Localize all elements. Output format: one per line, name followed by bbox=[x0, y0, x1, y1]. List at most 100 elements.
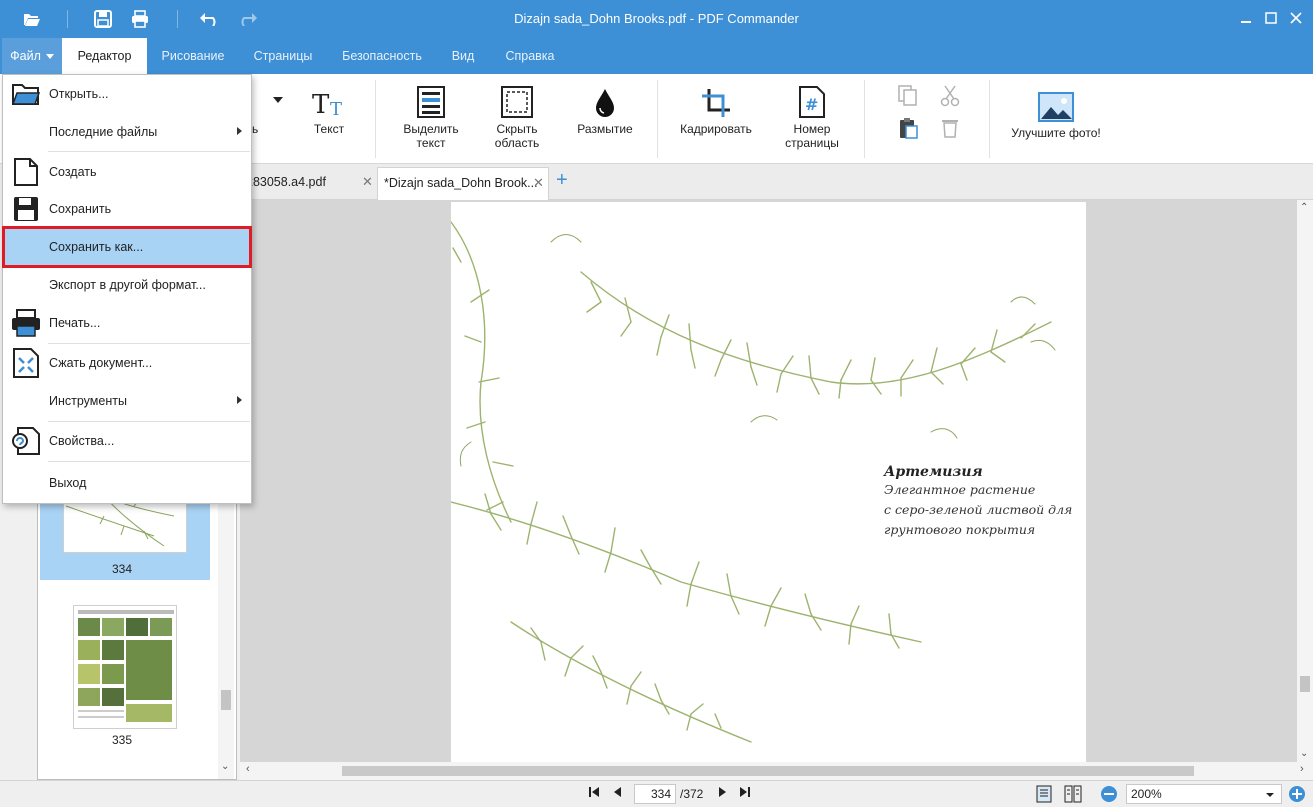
single-page-view-icon[interactable] bbox=[1036, 785, 1052, 807]
photo-icon bbox=[1004, 84, 1108, 122]
zoom-out-icon[interactable] bbox=[1100, 785, 1118, 807]
divider bbox=[989, 80, 990, 158]
new-document-icon bbox=[11, 157, 41, 187]
add-tab-icon[interactable]: + bbox=[556, 169, 568, 191]
tab-help[interactable]: Справка bbox=[496, 38, 564, 74]
crop-button[interactable]: Кадрировать bbox=[672, 84, 760, 136]
tab-security[interactable]: Безопасность bbox=[334, 38, 430, 74]
page-number-label-2: страницы bbox=[785, 136, 839, 150]
page-number-input[interactable]: 334 bbox=[634, 784, 676, 804]
scroll-right-icon[interactable]: › bbox=[1300, 763, 1304, 775]
chevron-down-icon bbox=[1266, 793, 1274, 797]
collage-thumb-image bbox=[78, 610, 174, 722]
prev-page-icon[interactable] bbox=[612, 786, 622, 802]
scrollbar-thumb[interactable] bbox=[1300, 676, 1310, 692]
zoom-in-icon[interactable] bbox=[1288, 785, 1306, 807]
scroll-up-icon[interactable]: ⌃ bbox=[1300, 202, 1308, 213]
menu-item-save[interactable]: Сохранить bbox=[4, 191, 250, 227]
tab-editor[interactable]: Редактор bbox=[62, 38, 147, 74]
maximize-icon[interactable] bbox=[1263, 10, 1279, 26]
scroll-down-icon[interactable]: ⌄ bbox=[1300, 748, 1308, 759]
document-view[interactable]: Артемизия Элегантное растение с серо-зел… bbox=[240, 200, 1313, 780]
save-icon bbox=[11, 194, 41, 224]
window-title: Dizajn sada_Dohn Brooks.pdf - PDF Comman… bbox=[514, 11, 799, 26]
caption-line: с серо-зеленой листвой для bbox=[884, 502, 1073, 517]
compress-icon bbox=[11, 348, 41, 378]
hide-area-icon bbox=[486, 84, 548, 118]
zoom-value: 200% bbox=[1131, 787, 1162, 801]
doc-tab[interactable]: 283058.a4.pdf bbox=[240, 167, 376, 200]
caption-line: Элегантное растение bbox=[884, 482, 1036, 497]
paste-icon[interactable] bbox=[896, 116, 920, 140]
caption-heading: Артемизия bbox=[884, 464, 983, 480]
pdf-page[interactable]: Артемизия Элегантное растение с серо-зел… bbox=[451, 202, 1086, 762]
menu-item-recent[interactable]: Последние файлы bbox=[4, 114, 250, 150]
printer-icon bbox=[11, 308, 41, 338]
crop-icon bbox=[672, 84, 760, 118]
drop-icon bbox=[570, 84, 640, 118]
menu-item-label: Открыть... bbox=[49, 87, 109, 101]
page-number-label-1: Номер bbox=[793, 122, 831, 136]
caption-line: грунтового покрытия bbox=[884, 522, 1036, 537]
dropdown-arrow-icon bbox=[273, 97, 283, 103]
text-button[interactable]: TT Текст bbox=[304, 84, 354, 136]
hide-area-button[interactable]: Скрыть область bbox=[486, 84, 548, 150]
total-pages: /372 bbox=[680, 787, 704, 801]
document-horizontal-scrollbar[interactable]: ‹ › bbox=[240, 762, 1313, 780]
tab-view[interactable]: Вид bbox=[442, 38, 484, 74]
scroll-down-icon[interactable]: ⌄ bbox=[221, 761, 229, 772]
menu-item-tools[interactable]: Инструменты bbox=[4, 383, 250, 419]
minimize-icon[interactable] bbox=[1238, 10, 1254, 26]
blur-button[interactable]: Размытие bbox=[570, 84, 640, 136]
menu-item-label: Выход bbox=[49, 476, 87, 490]
page-number-button[interactable]: # Номер страницы bbox=[778, 84, 846, 150]
text-button-label: Текст bbox=[313, 122, 345, 136]
close-icon[interactable] bbox=[1288, 10, 1304, 26]
thumbnail-label-334: 334 bbox=[111, 562, 133, 576]
status-bar: 334 /372 200% bbox=[0, 780, 1313, 807]
document-vertical-scrollbar[interactable]: ⌃ ⌄ bbox=[1297, 200, 1313, 764]
menu-item-print[interactable]: Печать... bbox=[4, 305, 250, 341]
menu-item-compress[interactable]: Сжать документ... bbox=[4, 345, 250, 381]
menu-item-export[interactable]: Экспорт в другой формат... bbox=[4, 267, 250, 303]
zoom-select[interactable]: 200% bbox=[1126, 784, 1282, 804]
scroll-left-icon[interactable]: ‹ bbox=[246, 763, 250, 775]
close-icon[interactable]: ✕ bbox=[533, 168, 544, 198]
cut-icon[interactable] bbox=[938, 84, 962, 108]
svg-text:T: T bbox=[312, 90, 330, 118]
ribbon-partial-label: сь bbox=[246, 122, 259, 136]
tab-file[interactable]: Файл bbox=[2, 38, 62, 74]
menu-divider bbox=[48, 461, 250, 462]
improve-photo-button[interactable]: Улучшите фото! bbox=[1004, 84, 1108, 140]
copy-icon[interactable] bbox=[896, 84, 920, 108]
ribbon-partial-button[interactable]: сь bbox=[246, 84, 286, 136]
svg-text:T: T bbox=[330, 99, 342, 118]
first-page-icon[interactable] bbox=[588, 786, 600, 802]
scrollbar-thumb[interactable] bbox=[221, 690, 231, 710]
scrollbar-thumb[interactable] bbox=[342, 766, 1194, 776]
doc-tab-active[interactable]: *Dizajn sada_Dohn Brook... ✕ bbox=[377, 167, 549, 200]
properties-icon bbox=[11, 426, 41, 456]
doc-tab-active-label: *Dizajn sada_Dohn Brook... bbox=[384, 176, 538, 190]
menu-item-label: Печать... bbox=[49, 316, 101, 330]
divider bbox=[864, 80, 865, 158]
next-page-icon[interactable] bbox=[718, 786, 728, 802]
two-page-view-icon[interactable] bbox=[1064, 785, 1082, 807]
menu-item-exit[interactable]: Выход bbox=[4, 465, 250, 501]
menu-item-label: Инструменты bbox=[49, 394, 127, 408]
delete-icon[interactable] bbox=[938, 116, 962, 140]
menu-item-save-as[interactable]: Сохранить как... bbox=[2, 226, 252, 268]
highlight-text-icon bbox=[398, 84, 464, 118]
tab-drawing[interactable]: Рисование bbox=[152, 38, 234, 74]
menu-item-open[interactable]: Открыть... bbox=[4, 76, 250, 112]
last-page-icon[interactable] bbox=[739, 786, 751, 802]
submenu-arrow-icon bbox=[237, 127, 242, 135]
menu-item-new[interactable]: Создать bbox=[4, 154, 250, 190]
highlight-text-button[interactable]: Выделить текст bbox=[398, 84, 464, 150]
menu-item-properties[interactable]: Свойства... bbox=[4, 423, 250, 459]
close-icon[interactable]: ✕ bbox=[362, 174, 373, 189]
tab-pages[interactable]: Страницы bbox=[244, 38, 322, 74]
doc-tab-close[interactable]: ✕ bbox=[360, 167, 376, 200]
menu-item-label: Последние файлы bbox=[49, 125, 158, 139]
thumbnail-page-335[interactable] bbox=[73, 605, 177, 729]
